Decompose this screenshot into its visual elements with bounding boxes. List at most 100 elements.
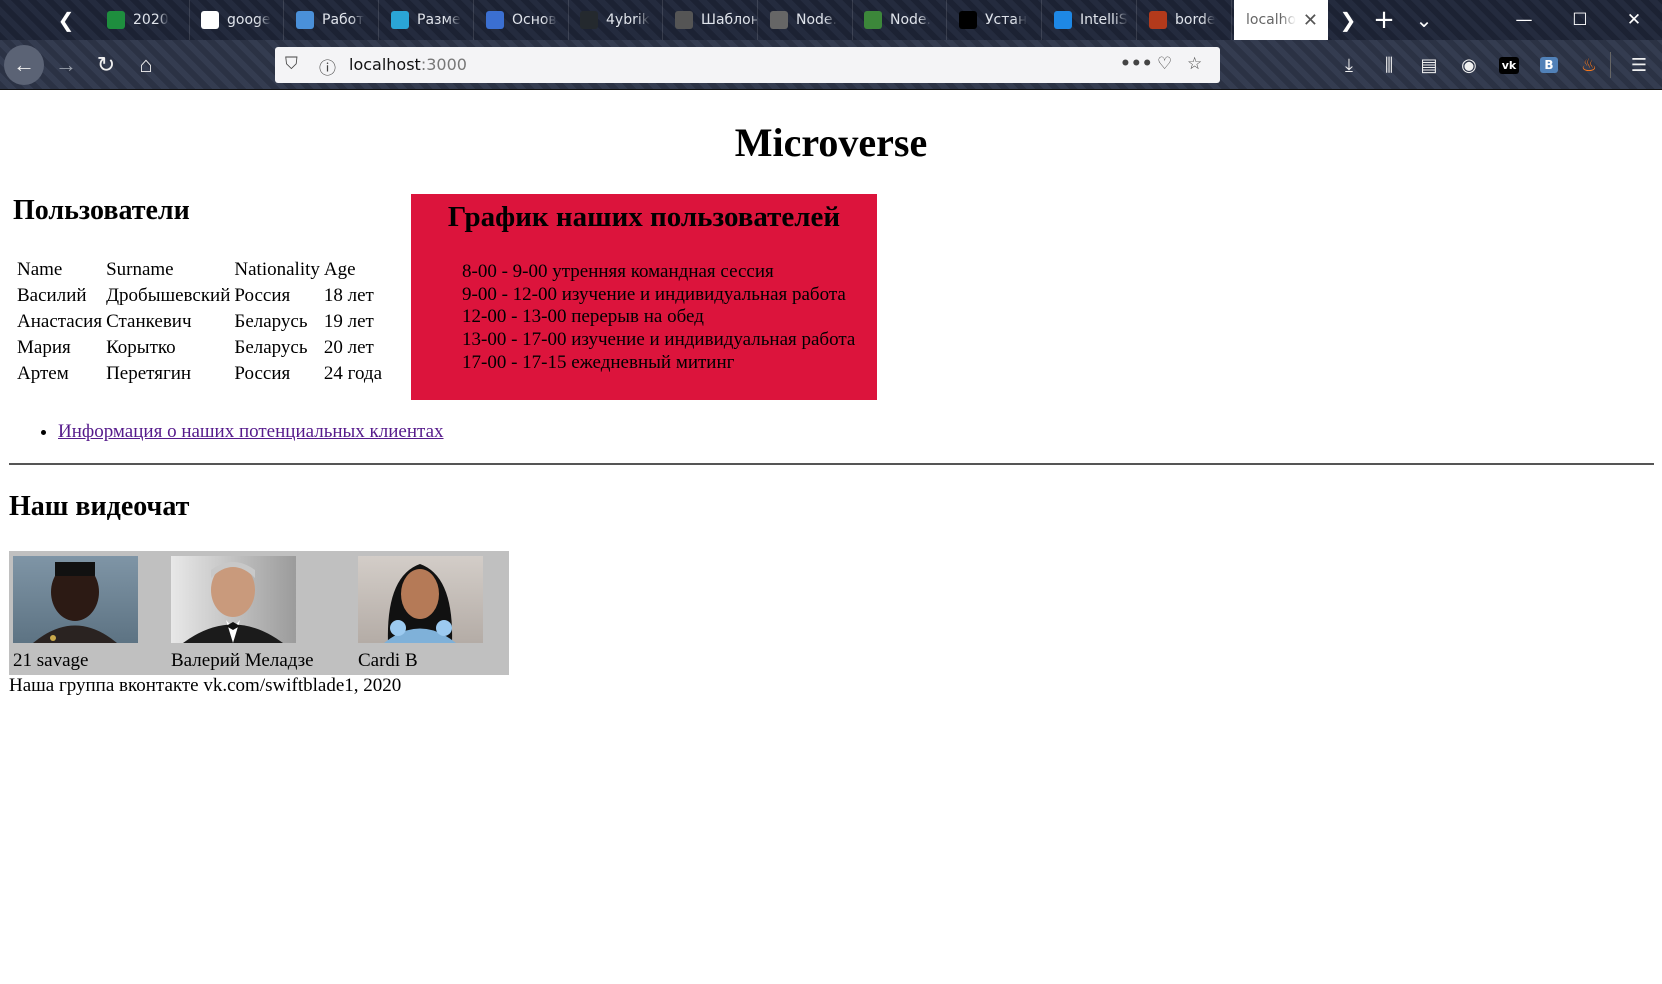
tab[interactable]: 2020 — [95, 0, 190, 40]
table-row: Анастасия Станкевич Беларусь 19 лет — [16, 310, 383, 334]
schedule-list: 8-00 - 9-00 утренняя командная сессия 9-0… — [462, 261, 855, 374]
library-icon[interactable]: ⫼ — [1374, 50, 1404, 80]
bookmark-star-icon[interactable]: ☆ — [1187, 54, 1202, 74]
tab[interactable]: IntelliS — [1042, 0, 1137, 40]
tabs-scroll-left-button[interactable]: ❮ — [48, 0, 84, 40]
sheets-icon — [107, 11, 125, 29]
forward-button[interactable]: → — [46, 45, 86, 85]
table-cell: 24 года — [323, 363, 383, 384]
tab[interactable]: Работ — [284, 0, 379, 40]
menu-icon[interactable]: ☰ — [1624, 50, 1654, 80]
column-header: Surname — [106, 259, 174, 280]
home-button[interactable]: ⌂ — [126, 45, 166, 85]
table-cell: 19 лет — [323, 311, 374, 332]
participant-photo — [171, 556, 296, 643]
table-cell: Беларусь — [234, 311, 308, 332]
table-row: Василий Дробышевский Россия 18 лет — [16, 284, 383, 308]
schedule-panel: График наших пользователей 8-00 - 9-00 у… — [411, 194, 877, 400]
extension-b-icon[interactable]: B — [1534, 50, 1564, 80]
table-cell: Василий — [17, 285, 87, 306]
gear-icon — [391, 11, 409, 29]
ex-icon — [959, 11, 977, 29]
participant-name: Cardi B — [358, 650, 418, 671]
tab[interactable]: Основ — [474, 0, 569, 40]
github-icon — [580, 11, 598, 29]
table-cell: Дробышевский — [106, 285, 231, 306]
back-button[interactable]: ← — [4, 45, 44, 85]
table-cell: Беларусь — [234, 337, 308, 358]
page-content: Microverse Пользователи Name Surname Natio… — [0, 91, 1662, 984]
clients-info-link[interactable]: Информация о наших потенциальных клиента… — [58, 421, 444, 442]
url-text[interactable]: localhost:3000 — [349, 55, 467, 74]
tab[interactable]: 4ybrik — [568, 0, 663, 40]
list-tabs-button[interactable]: ⌄ — [1406, 0, 1442, 40]
tab[interactable]: Разме — [379, 0, 474, 40]
close-window-button[interactable]: ✕ — [1606, 0, 1662, 40]
tabs-scroll-right-button[interactable]: ❯ — [1330, 0, 1366, 40]
participant-name: 21 savage — [13, 650, 89, 671]
table-cell: Перетягин — [106, 363, 192, 384]
videochat-participant[interactable]: 21 savage — [13, 556, 138, 672]
horizontal-rule — [9, 463, 1654, 465]
tab-active[interactable]: localho ✕ — [1234, 0, 1328, 40]
tab-title: IntelliS — [1080, 12, 1128, 28]
pocket-icon[interactable]: ♡ — [1157, 54, 1172, 74]
column-header: Age — [323, 259, 356, 280]
account-icon[interactable]: ◉ — [1454, 50, 1484, 80]
new-tab-button[interactable]: + — [1366, 0, 1402, 40]
schedule-item: 13-00 - 17-00 изучение и индивидуальная … — [462, 329, 856, 351]
fire-extension-icon[interactable]: ♨ — [1574, 50, 1604, 80]
sidebar-icon[interactable]: ▤ — [1414, 50, 1444, 80]
tab-title: borde — [1175, 12, 1216, 28]
table-cell: Корытко — [106, 337, 176, 358]
vk-extension-icon[interactable]: vk — [1494, 50, 1524, 80]
shield-icon[interactable]: ⛉ — [285, 54, 298, 74]
table-header-row: Name Surname Nationality Age — [16, 258, 383, 282]
links-list: Информация о наших потенциальных клиента… — [20, 421, 444, 443]
footer-text: Наша группа вконтакте vk.com/swiftblade1… — [9, 675, 402, 696]
tab-title: Node. — [796, 12, 837, 28]
videochat-participant[interactable]: Валерий Меладзе — [171, 556, 314, 672]
tab-title: 2020 — [133, 12, 169, 28]
column-header: Nationality — [234, 259, 320, 280]
schedule-item: 8-00 - 9-00 утренняя командная сессия — [462, 261, 774, 282]
videochat-panel: 21 savage Валерий Меладзе Cardi B — [9, 551, 509, 675]
reload-button[interactable]: ↻ — [86, 45, 126, 85]
tab[interactable]: Устан — [947, 0, 1042, 40]
column-header: Name — [17, 259, 63, 280]
close-icon[interactable]: ✕ — [1303, 10, 1318, 31]
tab-title: googe — [227, 12, 271, 28]
participant-photo — [13, 556, 138, 643]
tab[interactable]: googe — [189, 0, 284, 40]
address-bar[interactable]: ⛉ ⓘ localhost:3000 ••• ♡ ☆ — [275, 47, 1220, 83]
info-icon[interactable]: ⓘ — [319, 54, 336, 79]
url-host: localhost — [349, 55, 421, 74]
videochat-participant[interactable]: Cardi B — [358, 556, 483, 672]
table-cell: 20 лет — [323, 337, 374, 358]
downloads-icon[interactable]: ⤓ — [1334, 50, 1364, 80]
maximize-button[interactable]: ☐ — [1552, 0, 1608, 40]
app-icon — [296, 11, 314, 29]
page-actions-icon[interactable]: ••• — [1120, 54, 1153, 74]
minimize-button[interactable]: — — [1496, 0, 1552, 40]
tab[interactable]: Node. — [852, 0, 947, 40]
table-cell: 18 лет — [323, 285, 374, 306]
tab[interactable]: borde — [1137, 0, 1232, 40]
tab-title: Устан — [985, 12, 1028, 28]
tab-title: Шаблони — [701, 12, 757, 28]
participant-name: Валерий Меладзе — [171, 650, 314, 671]
tab-title: Основ — [512, 12, 557, 28]
tab-strip: ❮ 2020 googe Работ Разме Основ 4ybrik Шаблони N… — [0, 0, 1662, 40]
list-item: Информация о наших потенциальных клиента… — [58, 421, 444, 443]
table-cell: Россия — [234, 285, 291, 306]
tab-title: 4ybrik — [606, 12, 650, 28]
tab[interactable]: Node. — [758, 0, 853, 40]
toolbar-separator — [1610, 52, 1611, 78]
navigation-toolbar: ← → ↻ ⌂ ⛉ ⓘ localhost:3000 ••• ♡ ☆ ⤓ ⫼ ▤… — [0, 40, 1662, 90]
tab-title: Node. — [890, 12, 931, 28]
videochat-heading: Наш видеочат — [9, 491, 190, 522]
table-row: Мария Корытко Беларусь 20 лет — [16, 336, 383, 360]
tab[interactable]: Шаблони — [663, 0, 758, 40]
participant-photo — [358, 556, 483, 643]
page-icon — [675, 11, 693, 29]
